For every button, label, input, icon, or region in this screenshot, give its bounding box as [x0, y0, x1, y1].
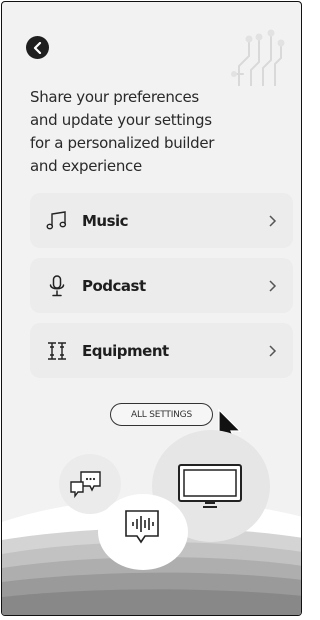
settings-item-equipment[interactable]: Equipment: [30, 323, 293, 378]
app-screen: Share your preferences and update your s…: [1, 1, 302, 616]
music-note-icon: [46, 210, 68, 232]
chevron-right-icon: [269, 344, 277, 357]
monitor-icon: [175, 462, 245, 510]
back-button[interactable]: [26, 36, 49, 59]
settings-item-label: Music: [82, 211, 129, 230]
all-settings-button[interactable]: ALL SETTINGS: [110, 403, 213, 426]
equipment-icon: [46, 340, 68, 362]
voice-message-icon: [122, 507, 162, 547]
settings-item-label: Equipment: [82, 341, 169, 360]
chevron-right-icon: [269, 214, 277, 227]
settings-item-music[interactable]: Music: [30, 193, 293, 248]
chevron-right-icon: [269, 279, 277, 292]
chat-bubbles-icon: [68, 468, 104, 502]
intro-text: Share your preferences and update your s…: [30, 88, 215, 175]
settings-item-podcast[interactable]: Podcast: [30, 258, 293, 313]
microphone-icon: [46, 274, 68, 297]
settings-item-label: Podcast: [82, 276, 146, 295]
chevron-left-icon: [33, 41, 41, 54]
circuit-icon: [231, 29, 285, 86]
